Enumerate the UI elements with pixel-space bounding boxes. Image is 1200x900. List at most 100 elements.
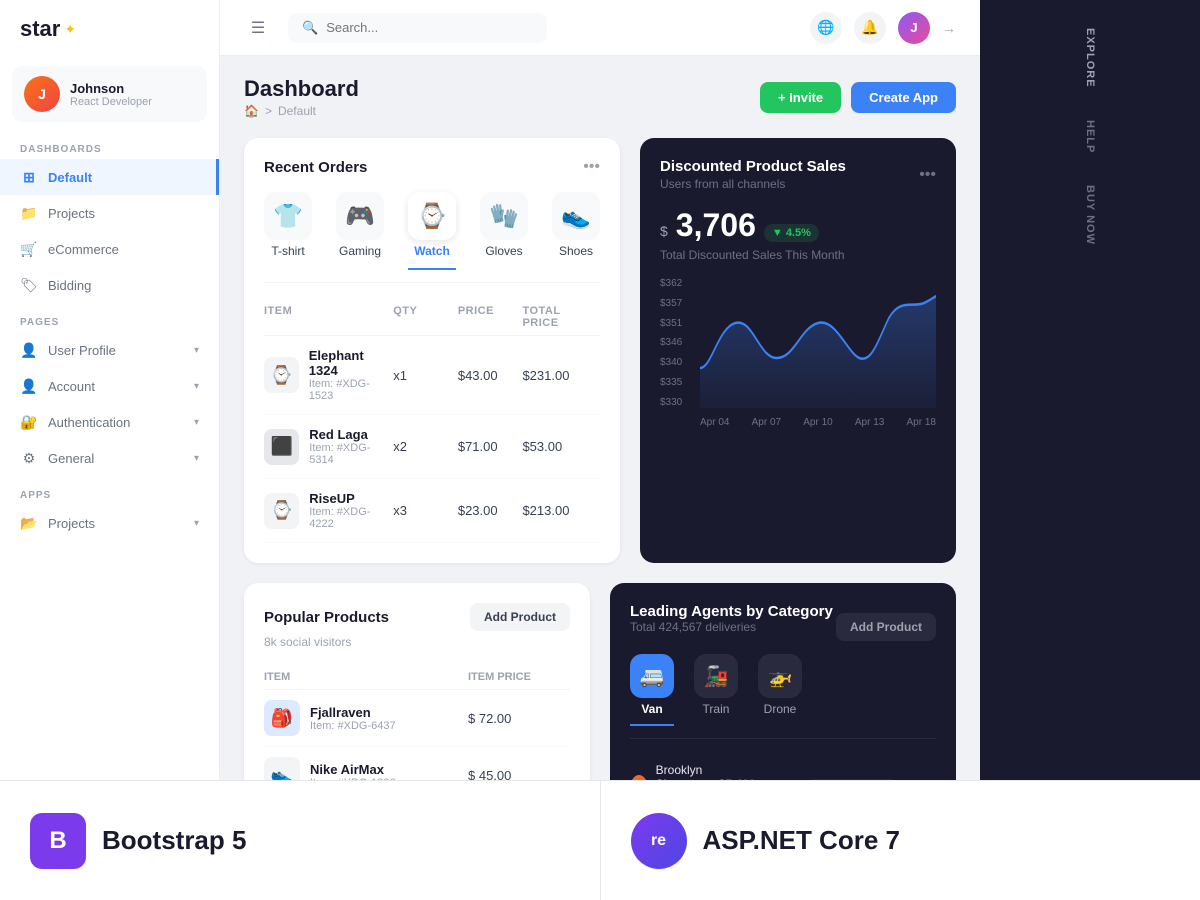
sidebar-item-projects-app[interactable]: 📂 Projects ▾ xyxy=(0,505,219,541)
tab-label: Gaming xyxy=(339,244,381,258)
table-row: ⬛ Red Laga Item: #XDG-5314 x2 $71.00 $53… xyxy=(264,415,600,479)
add-product-agents-button[interactable]: Add Product xyxy=(836,613,936,641)
help-label[interactable]: Help xyxy=(1076,108,1104,165)
col-price: PRICE xyxy=(458,305,523,329)
chart-svg-area xyxy=(700,278,936,408)
item-id: Item: #XDG-5314 xyxy=(309,442,393,466)
sidebar-item-ecommerce[interactable]: 🛒 eCommerce xyxy=(0,231,219,267)
gaming-icon: 🎮 xyxy=(336,192,384,240)
card-menu-icon[interactable]: ••• xyxy=(919,166,936,184)
tab-gloves[interactable]: 🧤 Gloves xyxy=(480,192,528,270)
tab-label: T-shirt xyxy=(271,244,304,258)
user-profile-card[interactable]: J Johnson React Developer xyxy=(12,66,207,122)
page-title-area: Dashboard 🏠 > Default xyxy=(244,76,359,118)
tab-label: Shoes xyxy=(559,244,593,258)
sidebar-item-user-profile[interactable]: 👤 User Profile ▾ xyxy=(0,332,219,368)
train-icon: 🚂 xyxy=(694,654,738,698)
chart-x-label: Apr 10 xyxy=(803,417,832,428)
buy-now-label[interactable]: Buy now xyxy=(1076,173,1104,257)
card-menu-icon[interactable]: ••• xyxy=(583,158,600,176)
price-cell: $71.00 xyxy=(458,439,523,454)
table-row: ⌚ Elephant 1324 Item: #XDG-1523 x1 $43.0… xyxy=(264,336,600,415)
projects-icon: 📁 xyxy=(20,204,38,222)
dashboard-grid: Recent Orders ••• 👕 T-shirt 🎮 Gaming ⌚ W… xyxy=(244,138,956,563)
right-panel: Explore Help Buy now xyxy=(980,0,1200,900)
add-product-button[interactable]: Add Product xyxy=(470,603,570,631)
bell-icon[interactable]: 🔔 xyxy=(854,12,886,44)
tab-watch[interactable]: ⌚ Watch xyxy=(408,192,456,270)
col-item: ITEM xyxy=(264,305,393,329)
item-name: RiseUP xyxy=(309,491,393,506)
item-image: ⬛ xyxy=(264,429,299,465)
sidebar-item-bidding[interactable]: 🏷 Bidding xyxy=(0,267,219,303)
topbar-arrow-icon[interactable]: → xyxy=(942,20,956,36)
sidebar-item-label: Authentication xyxy=(48,415,130,430)
search-input[interactable] xyxy=(326,20,533,35)
grid-icon: ⊞ xyxy=(20,168,38,186)
sales-badge: ▼ 4.5% xyxy=(764,224,819,242)
shoes-icon: 👟 xyxy=(552,192,600,240)
item-details: Elephant 1324 Item: #XDG-1523 xyxy=(309,348,393,402)
topbar-avatar[interactable]: J xyxy=(898,12,930,44)
bidding-icon: 🏷 xyxy=(20,276,38,294)
bootstrap-promo[interactable]: B Bootstrap 5 xyxy=(220,781,601,900)
create-app-button[interactable]: Create App xyxy=(851,82,956,113)
item-info: ⌚ Elephant 1324 Item: #XDG-1523 xyxy=(264,348,393,402)
page-content: Dashboard 🏠 > Default + Invite Create Ap… xyxy=(220,56,980,900)
chart-y-label: $357 xyxy=(660,298,682,309)
sidebar-item-default[interactable]: ⊞ Default xyxy=(0,159,219,195)
card-header: Discounted Product Sales Users from all … xyxy=(660,158,936,191)
card-title: Popular Products xyxy=(264,609,389,626)
breadcrumb-home-icon: 🏠 xyxy=(244,104,259,118)
asp-promo[interactable]: re ASP.NET Core 7 xyxy=(601,781,981,900)
chart-x-label: Apr 18 xyxy=(907,417,936,428)
page-header: Dashboard 🏠 > Default + Invite Create Ap… xyxy=(244,76,956,118)
sales-amount: $ 3,706 ▼ 4.5% xyxy=(660,207,936,244)
chart-y-label: $330 xyxy=(660,397,682,408)
tab-label: Watch xyxy=(414,244,450,258)
sidebar-item-general[interactable]: ⚙ General ▾ xyxy=(0,440,219,476)
total-cell: $231.00 xyxy=(522,368,600,383)
item-info: ⌚ RiseUP Item: #XDG-4222 xyxy=(264,491,393,530)
product-tabs: 👕 T-shirt 🎮 Gaming ⌚ Watch 🧤 Gloves xyxy=(264,192,600,283)
sidebar-item-projects[interactable]: 📁 Projects xyxy=(0,195,219,231)
asp-text: ASP.NET Core 7 xyxy=(703,825,900,856)
collapse-button[interactable]: ☰ xyxy=(244,14,272,42)
tab-gaming[interactable]: 🎮 Gaming xyxy=(336,192,384,270)
tab-tshirt[interactable]: 👕 T-shirt xyxy=(264,192,312,270)
auth-icon: 🔐 xyxy=(20,413,38,431)
explore-label[interactable]: Explore xyxy=(1076,16,1104,100)
item-image: ⌚ xyxy=(264,357,299,393)
item-image: 🎒 xyxy=(264,700,300,736)
chevron-down-icon: ▾ xyxy=(194,417,199,428)
sidebar-item-account[interactable]: 👤 Account ▾ xyxy=(0,368,219,404)
search-box[interactable]: 🔍 xyxy=(288,13,547,43)
invite-button[interactable]: + Invite xyxy=(760,82,841,113)
agents-subtitle: Total 424,567 deliveries xyxy=(630,620,833,634)
section-dashboards: DASHBOARDS xyxy=(0,130,219,159)
globe-icon[interactable]: 🌐 xyxy=(810,12,842,44)
agents-title: Leading Agents by Category xyxy=(630,603,833,620)
tab-van[interactable]: 🚐 Van xyxy=(630,654,674,726)
chart-y-label: $340 xyxy=(660,357,682,368)
chevron-down-icon: ▾ xyxy=(194,518,199,529)
sidebar-item-authentication[interactable]: 🔐 Authentication ▾ xyxy=(0,404,219,440)
tab-shoes[interactable]: 👟 Shoes xyxy=(552,192,600,270)
item-info: 🎒 Fjallraven Item: #XDG-6437 xyxy=(264,700,468,736)
promo-overlay: B Bootstrap 5 re ASP.NET Core 7 xyxy=(220,780,980,900)
price-cell: $23.00 xyxy=(458,503,523,518)
total-cell: $213.00 xyxy=(522,503,600,518)
chevron-down-icon: ▾ xyxy=(194,453,199,464)
qty-cell: x2 xyxy=(393,439,458,454)
tab-label: Drone xyxy=(764,702,797,716)
card-title-area: Discounted Product Sales Users from all … xyxy=(660,158,846,191)
item-name: Nike AirMax xyxy=(310,762,396,777)
card-header: Recent Orders ••• xyxy=(264,158,600,176)
account-icon: 👤 xyxy=(20,377,38,395)
sidebar-item-label: Account xyxy=(48,379,95,394)
tab-train[interactable]: 🚂 Train xyxy=(694,654,738,726)
item-details: Fjallraven Item: #XDG-6437 xyxy=(310,705,396,732)
right-panel-items: Explore Help Buy now xyxy=(1076,16,1104,257)
breadcrumb: 🏠 > Default xyxy=(244,104,359,118)
tab-drone[interactable]: 🚁 Drone xyxy=(758,654,802,726)
